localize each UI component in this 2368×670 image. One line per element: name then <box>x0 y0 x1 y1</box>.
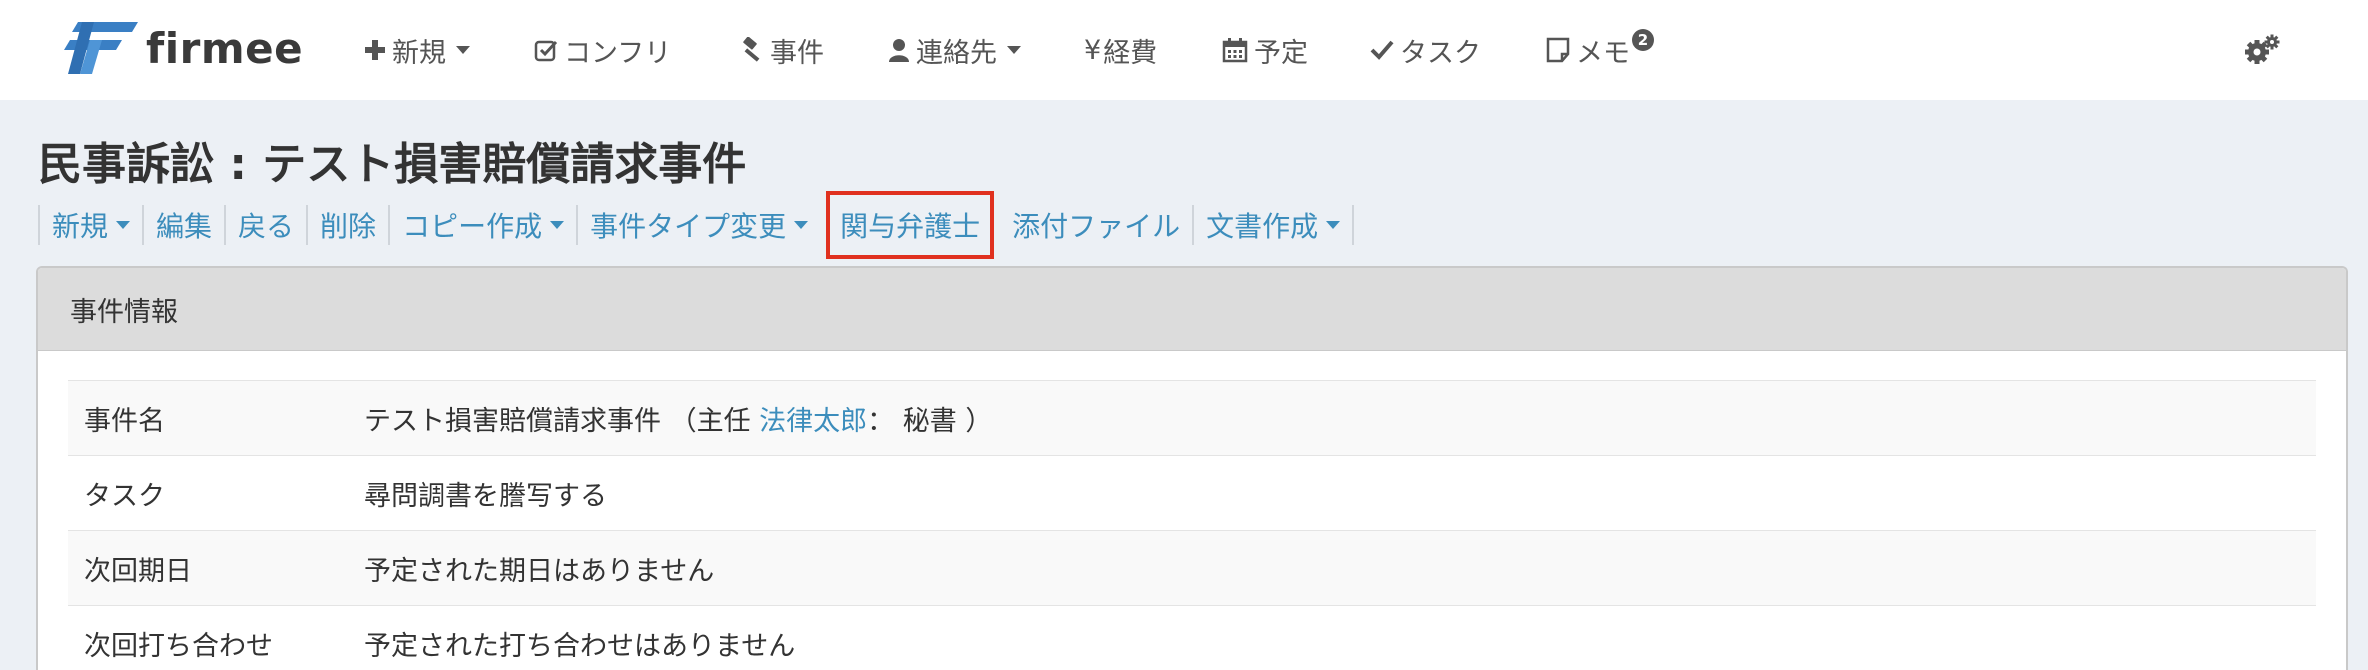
nav-tasks-label: タスク <box>1400 37 1481 69</box>
nav-conflict[interactable]: コンフリ <box>534 30 671 70</box>
chevron-down-icon <box>1326 221 1341 229</box>
lead-lawyer-link[interactable]: 法律太郎 <box>759 406 867 437</box>
nav-memo-label: メモ <box>1576 37 1630 69</box>
next-meeting-link[interactable]: 予定された打ち合わせはありません <box>364 624 795 663</box>
table-row: 次回打ち合わせ 予定された打ち合わせはありません <box>68 605 2316 670</box>
nav-cases-label: 事件 <box>770 37 824 69</box>
action-involved-lawyers-label: 関与弁護士 <box>840 210 981 243</box>
action-edit-label: 編集 <box>156 210 213 243</box>
chevron-down-icon <box>456 46 470 54</box>
check-icon <box>1370 39 1394 61</box>
brand-logo[interactable]: firmee <box>60 18 303 78</box>
action-new[interactable]: 新規 <box>38 205 142 245</box>
nav-contacts[interactable]: 連絡先 <box>888 30 1021 70</box>
row-value: テスト損害賠償請求事件 （主任 法律太郎： 秘書 ） <box>364 399 992 438</box>
action-back-label: 戻る <box>238 210 295 243</box>
gavel-icon <box>738 37 764 63</box>
nav-expenses-label: 経費 <box>1103 37 1158 69</box>
top-navbar: firmee 新規 コンフリ 事件 連絡先 ¥ 経費 予定 タスク メモ 2 <box>0 0 2368 100</box>
row-label: 事件名 <box>84 405 165 437</box>
case-name-text: テスト損害賠償請求事件 （主任 <box>364 405 760 437</box>
table-row: タスク 尋問調書を謄写する <box>68 455 2316 530</box>
action-change-case-type[interactable]: 事件タイプ変更 <box>576 205 820 245</box>
brand-name: firmee <box>146 23 304 73</box>
firmee-logo-icon <box>64 22 138 74</box>
action-change-case-type-label: 事件タイプ変更 <box>590 210 787 243</box>
table-row: 事件名 テスト損害賠償請求事件 （主任 法律太郎： 秘書 ） <box>68 380 2316 455</box>
action-delete-label: 削除 <box>320 210 377 243</box>
action-attachments-label: 添付ファイル <box>1012 210 1181 243</box>
plus-icon <box>364 39 386 61</box>
next-hearing-link[interactable]: 予定された期日はありません <box>364 549 714 588</box>
chevron-down-icon <box>550 221 565 229</box>
nav-schedule-label: 予定 <box>1254 37 1308 69</box>
nav-schedule[interactable]: 予定 <box>1222 30 1308 70</box>
note-icon <box>1546 37 1570 63</box>
action-copy-label: コピー作成 <box>402 210 543 243</box>
calendar-icon <box>1222 37 1248 63</box>
nav-expenses[interactable]: ¥ 経費 <box>1084 30 1157 70</box>
action-edit[interactable]: 編集 <box>142 205 224 245</box>
nav-memo[interactable]: メモ 2 <box>1546 29 1654 70</box>
gears-icon[interactable] <box>2244 34 2280 66</box>
nav-conflict-label: コンフリ <box>564 37 672 69</box>
memo-count-badge: 2 <box>1632 29 1654 51</box>
nav-tasks[interactable]: タスク <box>1370 30 1481 70</box>
action-back[interactable]: 戻る <box>224 205 306 245</box>
row-label: 次回期日 <box>84 555 192 587</box>
case-info-box: 事件情報 事件名 テスト損害賠償請求事件 （主任 法律太郎： 秘書 ） タスク … <box>36 266 2348 670</box>
action-involved-lawyers[interactable]: 関与弁護士 <box>826 191 995 259</box>
nav-cases[interactable]: 事件 <box>738 30 824 70</box>
secretary-text: ： 秘書 ） <box>867 405 993 437</box>
action-create-document-label: 文書作成 <box>1206 210 1319 243</box>
table-row: 次回期日 予定された期日はありません <box>68 530 2316 605</box>
case-info-header: 事件情報 <box>38 268 2346 351</box>
nav-new[interactable]: 新規 <box>364 30 470 70</box>
task-link[interactable]: 尋問調書を謄写する <box>364 474 607 513</box>
user-icon <box>888 38 910 62</box>
row-label: 次回打ち合わせ <box>84 630 273 662</box>
nav-new-label: 新規 <box>392 37 446 69</box>
nav-contacts-label: 連絡先 <box>916 37 997 69</box>
action-copy[interactable]: コピー作成 <box>388 205 576 245</box>
chevron-down-icon <box>1007 46 1021 54</box>
action-create-document[interactable]: 文書作成 <box>1192 205 1355 245</box>
check-square-icon <box>534 38 558 62</box>
action-delete[interactable]: 削除 <box>306 205 388 245</box>
action-new-label: 新規 <box>52 210 109 243</box>
chevron-down-icon <box>116 221 131 229</box>
case-action-bar: 新規 編集 戻る 削除 コピー作成 事件タイプ変更 関与弁護士 添付ファイル 文… <box>38 191 1355 259</box>
case-info-table: 事件名 テスト損害賠償請求事件 （主任 法律太郎： 秘書 ） タスク 尋問調書を… <box>68 380 2316 670</box>
page-title: 民事訴訟 : テスト損害賠償請求事件 <box>38 139 747 190</box>
row-label: タスク <box>84 480 165 512</box>
action-attachments[interactable]: 添付ファイル <box>1000 205 1192 245</box>
yen-icon: ¥ <box>1084 34 1102 66</box>
chevron-down-icon <box>794 221 809 229</box>
